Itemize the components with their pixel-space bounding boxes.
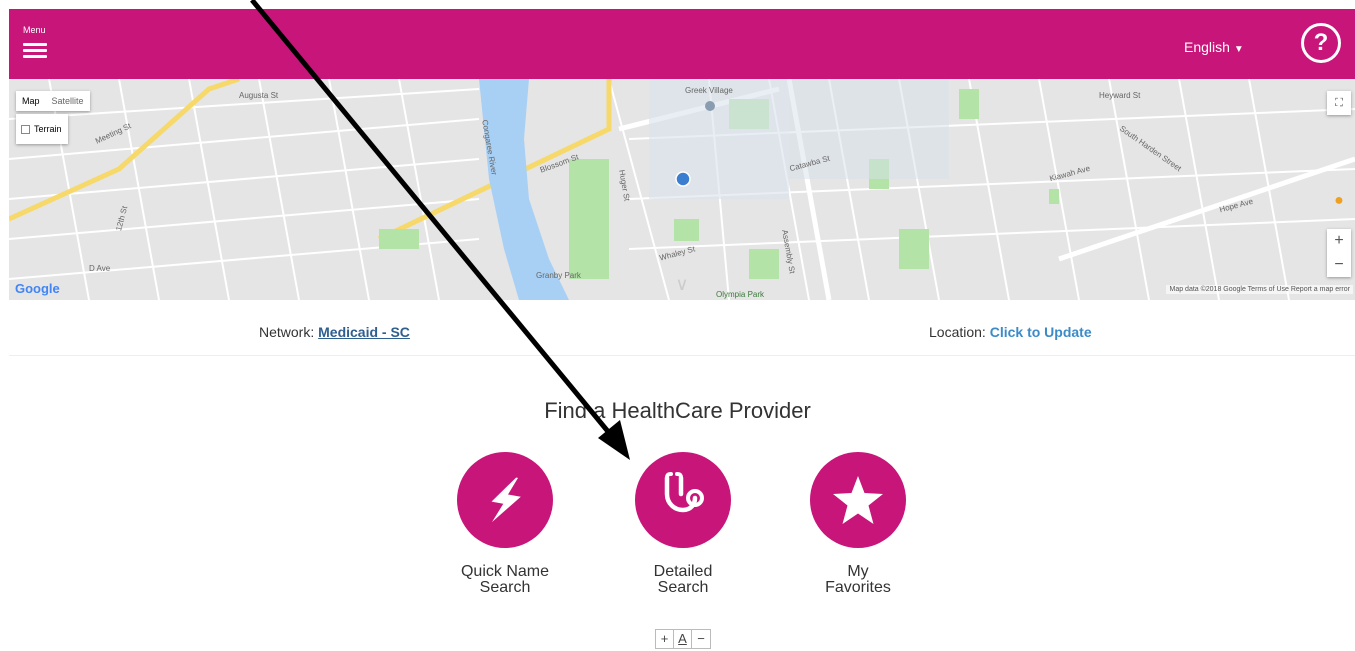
detailed-search-button[interactable] (635, 452, 731, 548)
menu-button[interactable]: Menu (23, 25, 51, 63)
zoom-out-button[interactable]: − (1327, 253, 1351, 277)
detailed-search-label: Detailed Search (653, 563, 713, 596)
fullscreen-icon[interactable]: ⛶ (1327, 91, 1351, 115)
map-label-augusta-st: Augusta St (239, 91, 279, 100)
location-info: Location: Click to Update (929, 324, 1092, 340)
star-icon (833, 476, 883, 524)
quick-search-button[interactable] (457, 452, 553, 548)
location-label: Location: (929, 324, 986, 340)
quick-name-search-tile[interactable]: Quick Name Search (435, 452, 575, 596)
location-link[interactable]: Click to Update (990, 324, 1092, 340)
caret-down-icon: ▼ (1233, 44, 1244, 55)
my-favorites-tile[interactable]: My Favorites (788, 452, 928, 596)
map-label-olympia-park: Olympia Park (716, 290, 765, 299)
map-label-greek-village: Greek Village (685, 86, 733, 95)
hamburger-icon (23, 43, 47, 59)
detailed-search-tile[interactable]: Detailed Search (613, 452, 753, 596)
stethoscope-icon (664, 472, 704, 513)
satellite-tab[interactable]: Satellite (46, 91, 90, 111)
increase-font-button[interactable]: + (656, 630, 674, 648)
map-label-granby-park: Granby Park (536, 271, 581, 280)
menu-label: Menu (23, 25, 46, 35)
decrease-font-button[interactable]: − (692, 630, 710, 648)
map-type-control: Map Satellite (16, 91, 90, 111)
language-label: English (1184, 39, 1230, 55)
quick-name-search-label: Quick Name Search (460, 563, 550, 596)
map-view[interactable]: Greek Village Congaree River Blossom St … (9, 79, 1355, 300)
network-info: Network: Medicaid - SC (259, 324, 410, 340)
reset-font-button[interactable]: A (674, 630, 692, 648)
my-favorites-label: My Favorites (825, 563, 891, 596)
zoom-in-button[interactable]: + (1327, 229, 1351, 253)
info-strip: Network: Medicaid - SC Location: Click t… (9, 300, 1355, 356)
terrain-label: Terrain (34, 124, 62, 134)
map-footer: Map data ©2018 Google Terms of Use Repor… (1166, 285, 1353, 294)
network-link[interactable]: Medicaid - SC (318, 324, 410, 340)
terrain-toggle[interactable]: Terrain (16, 114, 68, 144)
chevron-down-icon[interactable]: ∨ (667, 274, 697, 296)
page: Menu English ▼ ? Greek Village Congaree … (0, 0, 1355, 651)
map-label-heyward-st: Heyward St (1099, 91, 1141, 100)
help-icon[interactable]: ? (1301, 23, 1341, 63)
map-label-d-ave: D Ave (89, 264, 111, 273)
font-size-controls: + A − (655, 629, 711, 649)
google-logo: Google (15, 281, 60, 296)
map-tab[interactable]: Map (16, 91, 46, 111)
pegman-icon[interactable]: ● (1327, 192, 1351, 220)
terrain-checkbox[interactable] (21, 124, 30, 134)
my-favorites-button[interactable] (810, 452, 906, 548)
page-title: Find a HealthCare Provider (544, 398, 811, 423)
map-canvas (9, 79, 1355, 300)
language-selector[interactable]: English ▼ (1184, 39, 1244, 55)
top-header-bar: Menu English ▼ ? (9, 9, 1355, 79)
zoom-control: + − (1327, 229, 1351, 277)
lightning-icon (491, 477, 521, 523)
network-label: Network: (259, 324, 315, 340)
